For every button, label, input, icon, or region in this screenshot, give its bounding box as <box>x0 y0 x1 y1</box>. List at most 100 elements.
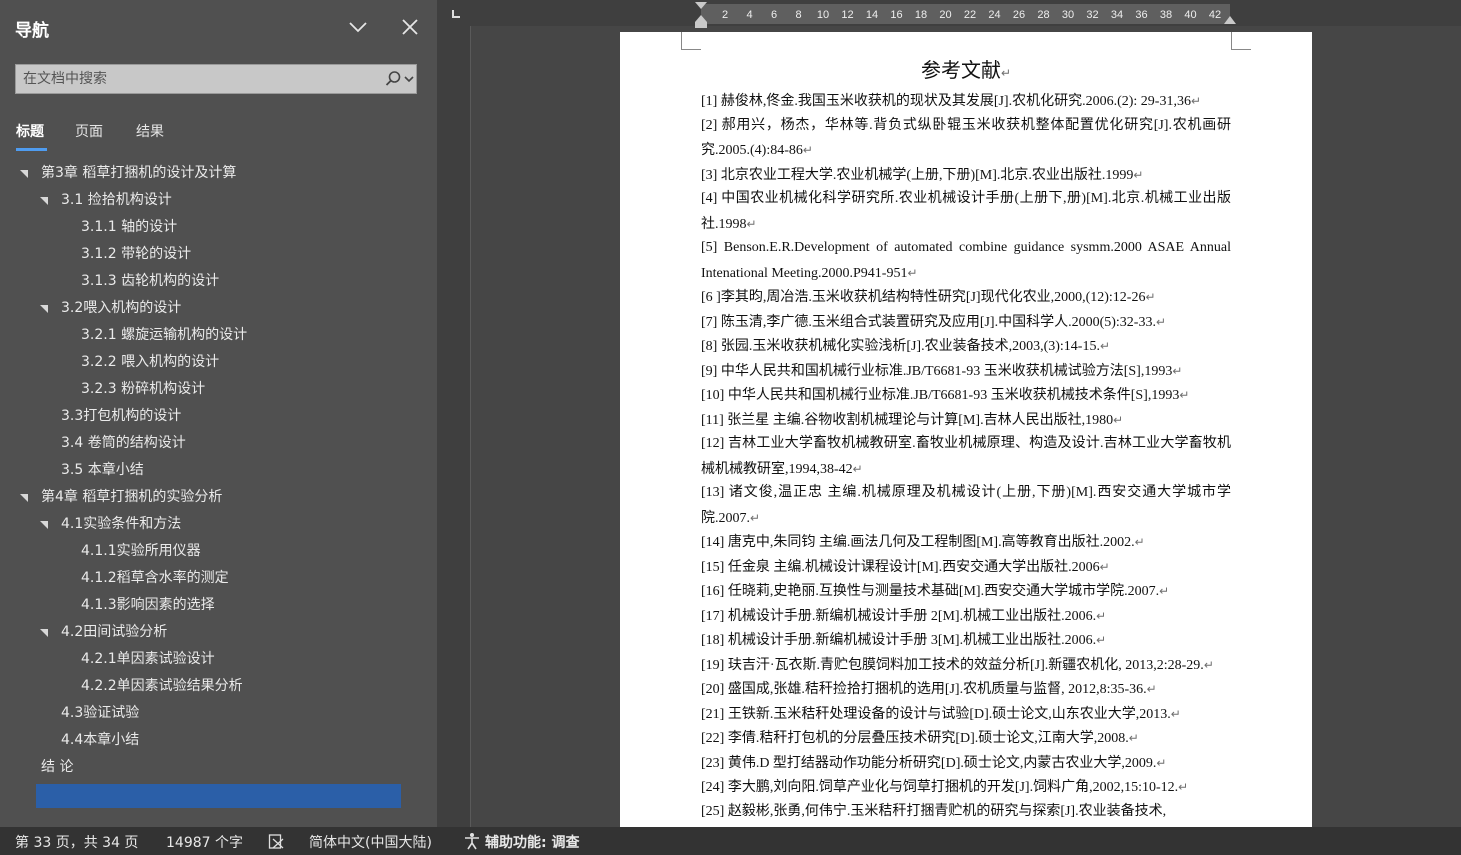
reference-entry: [13] 诸文俊,温正忠 主编.机械原理及机械设计(上册,下册)[M].西安交通… <box>701 481 1231 531</box>
search-icon[interactable] <box>384 70 402 88</box>
tab-results[interactable]: 结果 <box>136 121 164 141</box>
expand-arrow-icon[interactable] <box>40 629 48 637</box>
expand-arrow-icon[interactable] <box>20 170 28 178</box>
reference-text: [19] 玞吉汗·瓦衣斯.青贮包膜饲料加工技术的效益分析[J].新疆农机化, 2… <box>701 657 1204 673</box>
chevron-down-icon[interactable] <box>402 70 416 88</box>
outline-heading-label: 4.1.1实验所用仪器 <box>81 543 201 559</box>
expand-arrow-icon[interactable] <box>40 305 48 313</box>
paragraph-mark: ↵ <box>1099 559 1110 574</box>
ruler-tick-label: 36 <box>1135 9 1148 21</box>
ruler-tick-label: 30 <box>1061 9 1075 21</box>
ruler-tick-label: 28 <box>1037 9 1050 21</box>
ruler-tick-label: 12 <box>841 9 854 21</box>
outline-heading-label: 3.1.3 齿轮机构的设计 <box>81 273 220 289</box>
outline-heading-label: 4.2田间试验分析 <box>61 624 168 640</box>
expand-arrow-icon[interactable] <box>20 494 28 502</box>
outline-heading[interactable]: 3.2.1 螺旋运输机构的设计 <box>0 322 437 349</box>
reference-entry: [19] 玞吉汗·瓦衣斯.青贮包膜饲料加工技术的效益分析[J].新疆农机化, 2… <box>701 653 1231 679</box>
ruler-tick-label: 24 <box>988 9 1001 21</box>
document-heading: 参考文献↵ <box>920 60 1012 82</box>
outline-heading[interactable]: 4.4本章小结 <box>0 727 437 754</box>
navigation-pane: 导航 标题 页面 结果 第3章 稻草打捆机的设计及计算 3.1 捡拾机构设计 3.1… <box>0 0 437 827</box>
nav-pane-title: 导航 <box>15 21 49 41</box>
paragraph-mark: ↵ <box>802 143 813 157</box>
outline-heading[interactable]: 4.3验证试验 <box>0 700 437 727</box>
accessibility-icon[interactable] <box>462 832 482 850</box>
reference-text: [10] 中华人民共和国机械行业标准.JB/T6681-93 玉米收获机械技术条… <box>701 388 1180 403</box>
expand-arrow-icon[interactable] <box>40 521 48 529</box>
reference-entry: [18] 机械设计手册.新编机械设计手册 3[M].机械工业出版社.2006.↵ <box>701 628 1231 654</box>
chevron-down-icon[interactable] <box>346 15 370 39</box>
reference-entry: [8] 张园.玉米收获机械化实验浅析[J].农业装备技术,2003,(3):14… <box>701 334 1231 360</box>
paragraph-mark: ↵ <box>1170 706 1181 721</box>
outline-heading-label: 4.1.3影响因素的选择 <box>81 597 215 613</box>
selected-heading-highlight[interactable] <box>36 784 401 808</box>
outline-heading[interactable]: 3.3打包机构的设计 <box>0 403 437 430</box>
paragraph-mark: ↵ <box>1096 608 1107 623</box>
reference-entry: [23] 黄伟.D 型打结器动作功能分析研究[D].硕士论文,内蒙古农业大学,2… <box>701 751 1231 777</box>
outline-heading[interactable]: 第4章 稻草打捆机的实验分析 <box>0 484 437 511</box>
ruler-tick-label: 16 <box>890 9 903 21</box>
expand-arrow-icon[interactable] <box>40 197 48 205</box>
outline-heading-label: 3.2喂入机构的设计 <box>61 300 182 316</box>
reference-entry: [14] 唐克中,朱同钧 主编.画法几何及工程制图[M].高等教育出版社.200… <box>701 530 1231 556</box>
outline-heading-label: 4.1实验条件和方法 <box>61 516 182 532</box>
ruler-tick-label: 40 <box>1184 9 1197 21</box>
outline-heading[interactable]: 3.2.2 喂入机构的设计 <box>0 349 437 376</box>
reference-entry: [4] 中国农业机械化科学研究所.农业机械设计手册(上册下,册)[M].北京.机… <box>701 187 1231 237</box>
outline-heading[interactable]: 3.5 本章小结 <box>0 457 437 484</box>
reference-entry: [16] 任晓莉,史艳丽.互换性与测量技术基础[M].西安交通大学城市学院.20… <box>701 579 1231 605</box>
search-input[interactable] <box>16 65 376 93</box>
outline-heading[interactable]: 4.2.1单因素试验设计 <box>0 646 437 673</box>
paragraph-mark: ↵ <box>1203 657 1214 672</box>
paragraph-mark: ↵ <box>1128 731 1139 745</box>
outline-heading[interactable]: 3.2.3 粉碎机构设计 <box>0 376 437 403</box>
language-status[interactable]: 简体中文(中国大陆) <box>309 832 432 852</box>
page-count[interactable]: 第 33 页，共 34 页 <box>15 832 138 852</box>
ruler-tick-label: 18 <box>914 9 928 21</box>
word-count[interactable]: 14987 个字 <box>166 832 243 852</box>
tab-headings[interactable]: 标题 <box>16 121 44 141</box>
outline-heading[interactable]: 4.1.3影响因素的选择 <box>0 592 437 619</box>
reference-text: [15] 任金泉 主编.机械设计课程设计[M].西安交通大学出版社.2006 <box>701 559 1100 575</box>
outline-heading[interactable]: 4.2.2单因素试验结果分析 <box>0 673 437 700</box>
outline-heading[interactable]: 3.4 卷筒的结构设计 <box>0 430 437 457</box>
outline-heading-label: 4.1.2稻草含水率的测定 <box>81 570 229 586</box>
paragraph-mark: ↵ <box>1099 339 1111 353</box>
tab-pages[interactable]: 页面 <box>75 121 103 141</box>
paragraph-mark: ↵ <box>852 461 863 476</box>
outline-heading[interactable]: 结 论 <box>0 754 437 781</box>
reference-entry: [6 ]李其昀,周冶浩.玉米收获机结构特性研究[J]现代化农业,2000,(12… <box>701 285 1231 311</box>
outline-heading[interactable]: 3.2喂入机构的设计 <box>0 295 437 322</box>
reference-text: [20] 盛国成,张雄.秸秆捡拾打捆机的选用[J].农机质量与监督, 2012,… <box>701 682 1147 697</box>
outline-heading[interactable]: 4.1.2稻草含水率的测定 <box>0 565 437 592</box>
outline-heading-label: 3.1.2 带轮的设计 <box>81 246 192 262</box>
outline-heading[interactable]: 第3章 稻草打捆机的设计及计算 <box>0 160 437 187</box>
outline-heading-label: 3.3打包机构的设计 <box>61 408 182 424</box>
paragraph-mark: ↵ <box>750 510 761 525</box>
close-icon[interactable] <box>398 15 422 39</box>
reference-text: [23] 黄伟.D 型打结器动作功能分析研究[D].硕士论文,内蒙古农业大学,2… <box>701 755 1157 771</box>
proofing-icon[interactable] <box>268 833 286 850</box>
outline-heading[interactable]: 3.1.3 齿轮机构的设计 <box>0 268 437 295</box>
reference-entry: [20] 盛国成,张雄.秸秆捡拾打捆机的选用[J].农机质量与监督, 2012,… <box>701 677 1231 703</box>
outline-heading[interactable]: 4.2田间试验分析 <box>0 619 437 646</box>
reference-text: [24] 李大鹏,刘向阳.饲草产业化与饲草打捆机的开发[J].饲料广角,2002… <box>701 780 1179 795</box>
outline-heading[interactable]: 3.1 捡拾机构设计 <box>0 187 437 214</box>
ruler-tick-label: 6 <box>770 9 778 21</box>
outline-heading[interactable]: 4.1实验条件和方法 <box>0 511 437 538</box>
outline-heading-label: 3.4 卷筒的结构设计 <box>61 435 186 451</box>
right-indent-marker-icon[interactable] <box>1221 12 1239 26</box>
indent-marker-icon[interactable] <box>692 0 710 30</box>
status-bar: 第 33 页，共 34 页 14987 个字 简体中文(中国大陆) 辅助功能: … <box>0 827 1461 855</box>
ruler-tick-label: 20 <box>939 9 952 21</box>
accessibility-status[interactable]: 辅助功能: 调查 <box>485 832 579 852</box>
outline-heading[interactable]: 3.1.1 轴的设计 <box>0 214 437 241</box>
outline-heading[interactable]: 3.1.2 带轮的设计 <box>0 241 437 268</box>
tab-stop-selector-icon[interactable] <box>452 10 460 18</box>
reference-text: [16] 任晓莉,史艳丽.互换性与测量技术基础[M].西安交通大学城市学院.20… <box>701 584 1160 599</box>
ruler-tick-label: 32 <box>1086 9 1099 21</box>
outline-heading-label: 3.1 捡拾机构设计 <box>61 192 172 208</box>
reference-entry: [25] 赵毅彬,张勇,何伟宁.玉米秸秆打捆青贮机的研究与探索[J].农业装备技… <box>701 800 1231 825</box>
outline-heading[interactable]: 4.1.1实验所用仪器 <box>0 538 437 565</box>
